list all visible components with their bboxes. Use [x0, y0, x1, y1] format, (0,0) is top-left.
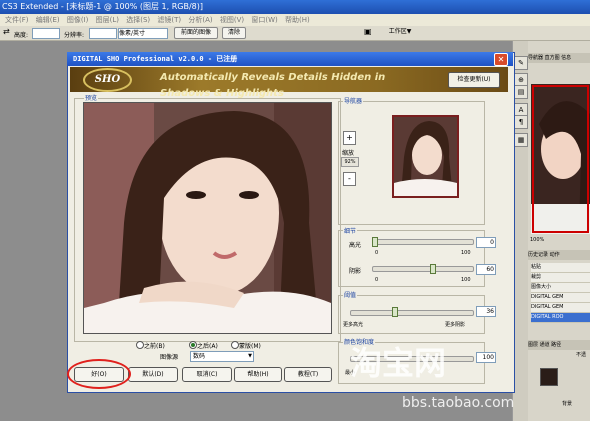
navigator-label: 导航器	[343, 96, 364, 105]
layer-name[interactable]: 背景	[562, 400, 572, 407]
cancel-button[interactable]: 取消(C)	[182, 367, 232, 382]
height-label: 高度:	[14, 32, 29, 39]
shadow-slider-thumb[interactable]	[429, 264, 436, 274]
sho-logo: SHO	[83, 68, 132, 92]
shadow-min: 0	[375, 277, 379, 283]
dialog-title-bar: DIGITAL SHO Professional v2.0.0 - 已注册	[67, 52, 513, 66]
tool-icon-presets[interactable]: ▦	[514, 133, 528, 147]
front-image-button[interactable]: 前面的图像	[174, 27, 218, 39]
history-item-digital-gem-2[interactable]: DIGITAL GEM	[531, 303, 590, 313]
view-after-label[interactable]: 之后(A)	[197, 341, 218, 350]
threshold-left-label: 更多高光	[343, 322, 364, 328]
detail-label: 细节	[343, 226, 358, 235]
tool-icon-stamp[interactable]: ▤	[514, 85, 528, 99]
dialog-title: DIGITAL SHO Professional v2.0.0 - 已注册	[73, 55, 238, 63]
shadow-label: 阴影	[349, 268, 362, 275]
menu-layer[interactable]: 图层(L)	[96, 16, 119, 24]
menu-help[interactable]: 帮助(H)	[285, 16, 310, 24]
history-item-crop[interactable]: 裁剪	[531, 273, 590, 283]
history-item-paste[interactable]: 粘贴	[531, 263, 590, 273]
view-before-radio[interactable]	[136, 341, 144, 349]
threshold-right-label: 更多阴影	[445, 322, 466, 328]
dialog-close-button[interactable]: ✕	[494, 53, 508, 66]
history-panel-tabs[interactable]: 历史记录 动作	[528, 250, 590, 260]
view-mask-label[interactable]: 蒙版(M)	[239, 341, 261, 350]
threshold-slider-thumb[interactable]	[392, 307, 399, 317]
highlight-value[interactable]: 0	[476, 237, 496, 248]
highlight-slider-thumb[interactable]	[372, 237, 378, 247]
crop-tool-icon[interactable]: ⇄	[3, 27, 11, 37]
threshold-value[interactable]: 36	[476, 306, 496, 317]
tool-icon-brush[interactable]: ✎	[514, 56, 528, 70]
highlight-label: 高光	[349, 242, 362, 249]
help-button[interactable]: 帮助(H)	[234, 367, 282, 382]
image-source-value: 数码	[193, 353, 206, 360]
menu-analysis[interactable]: 分析(A)	[188, 16, 212, 24]
ok-highlight-circle	[67, 359, 131, 389]
chevron-down-icon: ▼	[248, 353, 252, 359]
menu-edit[interactable]: 编辑(E)	[36, 16, 60, 24]
history-item-digital-roo[interactable]: DIGITAL ROO	[531, 313, 590, 323]
unit-select[interactable]: 像素/英寸	[118, 28, 168, 39]
preview-image[interactable]	[83, 102, 332, 334]
image-source-select[interactable]: 数码 ▼	[190, 351, 254, 362]
shadow-slider-track[interactable]	[372, 266, 474, 272]
highlight-max: 100	[461, 250, 471, 256]
shadow-value[interactable]: 60	[476, 264, 496, 275]
banner-tagline: Automatically Reveals Details Hidden in …	[160, 72, 386, 99]
layer-opacity-label: 不透	[576, 352, 587, 358]
view-mask-radio[interactable]	[231, 341, 239, 349]
history-item-digital-gem-1[interactable]: DIGITAL GEM	[531, 293, 590, 303]
menu-file[interactable]: 文件(F)	[5, 16, 29, 24]
layers-panel-tabs[interactable]: 图层 通道 路径	[528, 340, 590, 350]
paragraph-icon[interactable]: ¶	[514, 115, 528, 129]
menu-image[interactable]: 图像(I)	[67, 16, 89, 24]
watermark-logo: 淘宝网	[350, 344, 447, 382]
navigator-thumbnail[interactable]	[392, 115, 459, 198]
highlight-slider-track[interactable]	[372, 239, 474, 245]
menu-filter[interactable]: 滤镜(T)	[157, 16, 181, 24]
app-title: CS3 Extended - [未标题-1 @ 100% (图层 1, RGB/…	[2, 2, 203, 11]
image-source-label: 图像源	[160, 354, 179, 361]
menu-view[interactable]: 视图(V)	[220, 16, 244, 24]
navigator-zoom-value[interactable]: 100%	[530, 237, 544, 243]
highlight-min: 0	[375, 250, 379, 256]
default-button[interactable]: 默认(D)	[128, 367, 178, 382]
history-item-image-size[interactable]: 图像大小	[531, 283, 590, 293]
workspace-menu[interactable]: 工作区▼	[383, 27, 417, 37]
preview-label: 预览	[84, 93, 99, 102]
layer-thumbnail[interactable]	[540, 368, 558, 386]
view-before-label[interactable]: 之前(B)	[144, 341, 165, 350]
screen-mode-icon[interactable]: ▣	[364, 27, 376, 37]
resolution-label: 分辨率:	[64, 32, 85, 39]
view-after-radio[interactable]	[189, 341, 197, 349]
app-title-bar: CS3 Extended - [未标题-1 @ 100% (图层 1, RGB/…	[0, 0, 590, 14]
clear-button[interactable]: 清除	[222, 27, 246, 39]
height-input[interactable]	[32, 28, 60, 39]
navigator-panel-thumbnail	[531, 84, 590, 234]
shadow-max: 100	[461, 277, 471, 283]
saturation-value[interactable]: 100	[476, 352, 496, 363]
resolution-input[interactable]	[89, 28, 117, 39]
navigator-panel-tabs[interactable]: 导航器 直方图 信息	[528, 53, 590, 63]
tutorial-button[interactable]: 教程(T)	[284, 367, 332, 382]
threshold-label: 阈值	[343, 290, 358, 299]
menu-select[interactable]: 选择(S)	[126, 16, 150, 24]
menu-window[interactable]: 窗口(W)	[251, 16, 277, 24]
threshold-slider-track[interactable]	[350, 310, 474, 316]
watermark-url: bbs.taobao.com	[402, 395, 515, 411]
check-update-button[interactable]: 检查更新(U)	[448, 72, 500, 88]
